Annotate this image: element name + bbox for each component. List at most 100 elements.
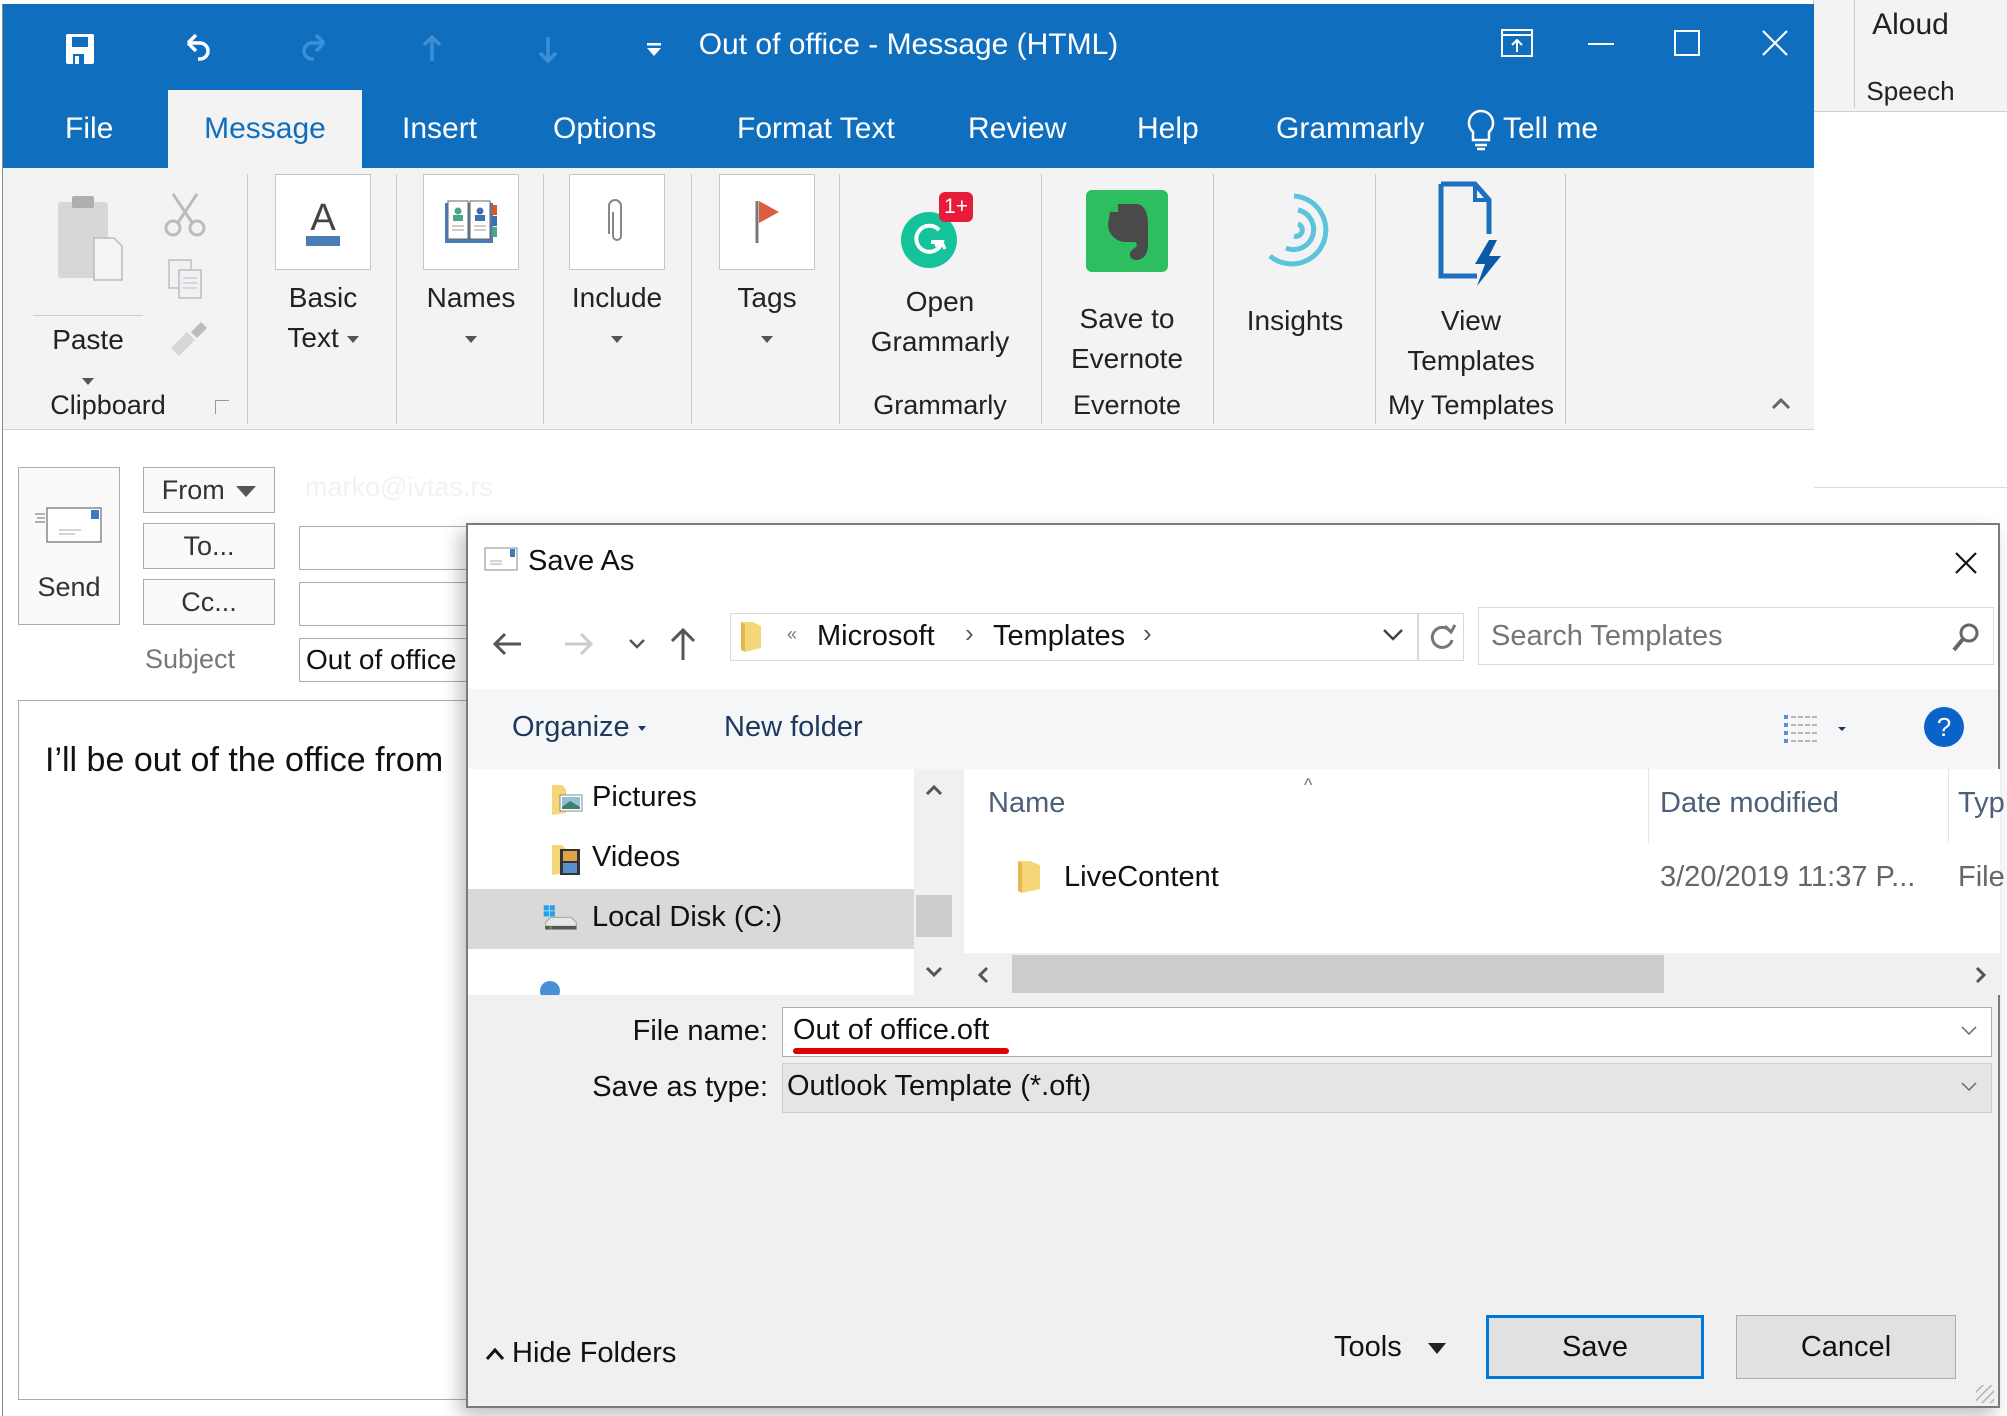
cancel-button[interactable]: Cancel — [1736, 1315, 1956, 1379]
paste-button[interactable]: Paste — [33, 188, 143, 400]
tags-label: Tags — [737, 282, 797, 313]
horizontal-scrollbar[interactable] — [964, 953, 2000, 995]
previous-item-icon — [407, 24, 457, 74]
scrollbar-thumb[interactable] — [1012, 955, 1664, 993]
evernote-label-2: Evernote — [1070, 343, 1184, 374]
ribbon: Paste Clipboard A Basic Text Names Inclu… — [3, 168, 1814, 430]
breadcrumb-separator-icon[interactable]: › — [1143, 618, 1152, 649]
scroll-right-icon[interactable] — [1974, 965, 1988, 985]
column-header-name[interactable]: Name — [988, 787, 1065, 820]
ribbon-display-options-icon[interactable] — [1487, 18, 1547, 68]
up-folder-icon[interactable] — [658, 619, 708, 669]
names-label: Names — [426, 282, 516, 313]
back-icon[interactable] — [482, 619, 532, 669]
read-aloud-button[interactable]: Aloud — [1814, 8, 2007, 42]
basic-text-button[interactable]: A Basic Text — [271, 174, 375, 358]
scrollbar-thumb[interactable] — [916, 895, 952, 937]
save-as-type-select[interactable]: Outlook Template (*.oft) — [782, 1063, 1992, 1113]
tree-item-local-disk[interactable]: Local Disk (C:) — [468, 889, 914, 949]
paste-label: Paste — [33, 315, 143, 360]
column-header-type[interactable]: Typ — [1958, 787, 2005, 820]
search-box[interactable] — [1478, 607, 1994, 665]
from-button[interactable]: From — [143, 467, 275, 513]
scroll-left-icon[interactable] — [976, 965, 990, 985]
search-icon[interactable] — [1949, 620, 1983, 654]
save-to-evernote-button[interactable]: Save to Evernote — [1053, 190, 1201, 379]
tab-format-text[interactable]: Format Text — [709, 90, 923, 168]
breadcrumb-microsoft[interactable]: Microsoft — [817, 620, 935, 653]
change-view-button[interactable] — [1782, 711, 1852, 752]
scroll-up-icon[interactable] — [924, 783, 944, 797]
chevron-up-icon — [485, 1348, 505, 1361]
refresh-icon — [1430, 624, 1457, 649]
dialog-title: Save As — [528, 545, 635, 577]
tell-me-search[interactable]: Tell me — [1453, 90, 1626, 168]
column-header-date-modified[interactable]: Date modified — [1660, 787, 1839, 820]
tab-insert[interactable]: Insert — [374, 90, 505, 168]
customize-qat-icon[interactable] — [629, 24, 679, 74]
save-button[interactable]: Save — [1486, 1315, 1704, 1379]
breadcrumb-overflow[interactable]: « — [787, 624, 797, 645]
organize-button[interactable]: Organize — [512, 711, 646, 744]
file-name-input[interactable]: Out of office.oft — [782, 1007, 1992, 1057]
resize-grip[interactable] — [1976, 1385, 1994, 1403]
file-row[interactable]: LiveContent 3/20/2019 11:37 P... File — [964, 849, 2005, 909]
scroll-down-icon[interactable] — [924, 965, 944, 979]
close-icon[interactable] — [1745, 18, 1805, 68]
recent-locations-icon[interactable] — [612, 619, 662, 669]
cc-button[interactable]: Cc... — [143, 579, 275, 625]
dialog-close-icon[interactable] — [1946, 543, 1986, 583]
cut-icon — [163, 190, 207, 243]
tools-button[interactable]: Tools — [1334, 1331, 1446, 1364]
address-bar[interactable]: « Microsoft › Templates › — [730, 613, 1418, 661]
tree-item-videos[interactable]: Videos — [468, 829, 914, 889]
minimize-icon[interactable] — [1571, 18, 1631, 68]
paperclip-icon — [608, 199, 622, 241]
tags-button[interactable]: Tags — [715, 174, 819, 358]
tab-grammarly[interactable]: Grammarly — [1248, 90, 1452, 168]
tab-file[interactable]: File — [37, 90, 141, 168]
include-button[interactable]: Include — [565, 174, 669, 358]
clipboard-group-label: Clipboard — [50, 390, 166, 420]
annotation-underline — [793, 1048, 1009, 1054]
tab-help[interactable]: Help — [1109, 90, 1227, 168]
breadcrumb-separator-icon[interactable]: › — [965, 618, 974, 649]
insights-button[interactable]: Insights — [1225, 186, 1365, 341]
tab-options[interactable]: Options — [525, 90, 684, 168]
undo-icon[interactable] — [173, 24, 223, 74]
copy-icon — [165, 258, 207, 307]
collapse-ribbon-icon[interactable] — [1769, 394, 1793, 417]
view-templates-button[interactable]: View Templates — [1389, 180, 1553, 381]
tab-message[interactable]: Message — [168, 90, 362, 168]
names-button[interactable]: Names — [419, 174, 523, 358]
maximize-icon[interactable] — [1657, 18, 1717, 68]
save-as-type-value: Outlook Template (*.oft) — [787, 1070, 1092, 1102]
search-input[interactable] — [1491, 616, 1931, 656]
hide-folders-button[interactable]: Hide Folders — [484, 1337, 676, 1370]
refresh-button[interactable] — [1418, 613, 1464, 661]
file-list: ^ Name Date modified Typ LiveContent 3/2… — [964, 769, 2005, 995]
chevron-down-icon[interactable] — [1959, 1024, 1979, 1038]
background-ribbon: Aloud Speech — [1813, 0, 2007, 112]
send-button[interactable]: Send — [18, 467, 120, 625]
from-label: From — [161, 475, 225, 505]
new-folder-button[interactable]: New folder — [724, 711, 863, 744]
address-dropdown-icon[interactable] — [1381, 626, 1405, 649]
to-button[interactable]: To... — [143, 523, 275, 569]
ribbon-tabs: File Message Insert Options Format Text … — [3, 90, 1814, 168]
chevron-down-icon[interactable] — [1959, 1080, 1979, 1094]
save-icon[interactable] — [55, 24, 105, 74]
svg-text:A: A — [310, 197, 336, 239]
folder-tree: Pictures Videos Local Disk (C:) — [468, 769, 914, 995]
help-button[interactable]: ? — [1924, 707, 1964, 747]
insights-label: Insights — [1246, 305, 1344, 336]
tab-review[interactable]: Review — [940, 90, 1094, 168]
network-icon — [540, 981, 560, 995]
open-grammarly-button[interactable]: 1+ Open Grammarly — [851, 182, 1029, 362]
tree-item-pictures[interactable]: Pictures — [468, 769, 914, 829]
dialog-launcher-icon[interactable] — [215, 400, 229, 414]
tree-scrollbar[interactable] — [914, 769, 954, 995]
message-body-text: I’ll be out of the office from — [45, 741, 444, 779]
breadcrumb-templates[interactable]: Templates — [993, 620, 1125, 653]
tree-item-label: Videos — [592, 841, 681, 873]
